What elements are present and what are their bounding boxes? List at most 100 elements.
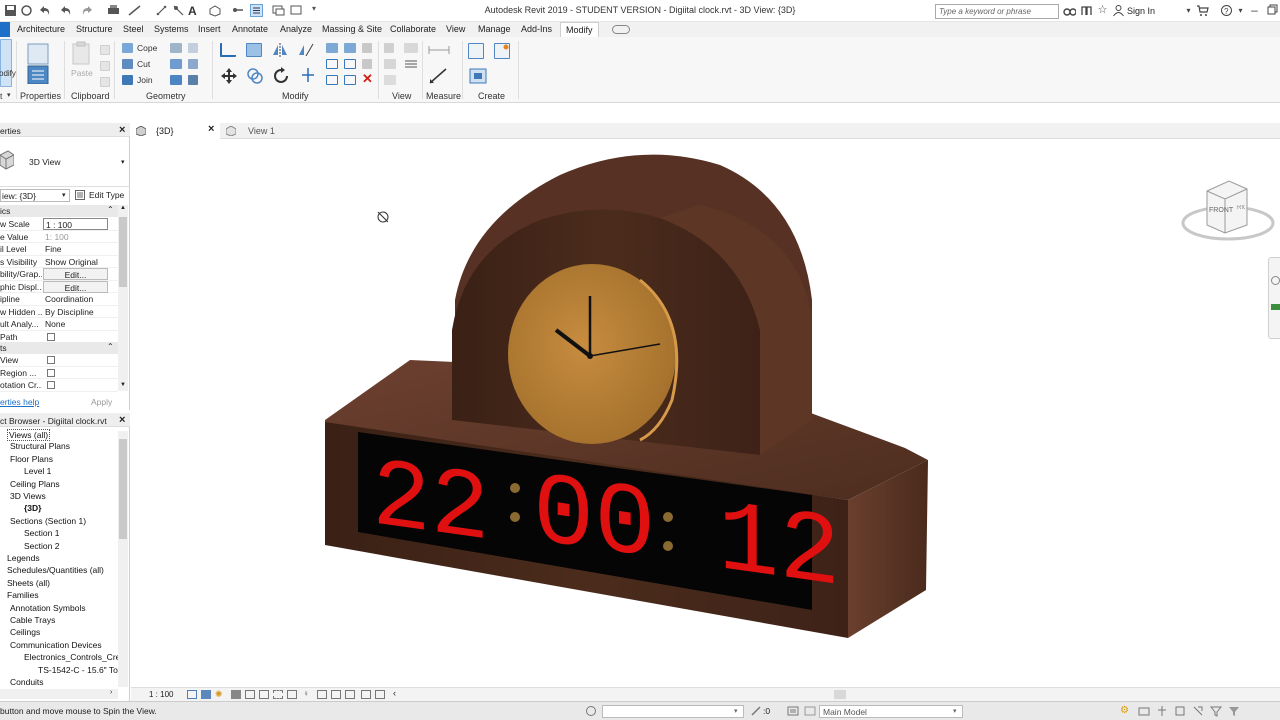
unpin-icon[interactable] [362, 59, 372, 69]
tab-view[interactable]: View [446, 24, 465, 34]
modify-tool-button[interactable]: odify [0, 39, 16, 87]
tab-systems[interactable]: Systems [154, 24, 189, 34]
cart-icon[interactable] [1196, 4, 1209, 17]
user-icon[interactable] [1112, 4, 1125, 17]
undo-icon[interactable] [58, 4, 71, 17]
tag-icon[interactable] [172, 4, 185, 17]
split-with-gap-icon[interactable] [344, 43, 356, 53]
favorites-star-icon[interactable]: ☆ [1096, 4, 1109, 17]
property-row[interactable]: phic Displ... Edit... [0, 280, 118, 293]
match-type-icon[interactable] [100, 77, 110, 87]
view-control-scroll-thumb[interactable] [834, 690, 846, 699]
drag-elements-icon[interactable] [1192, 705, 1204, 717]
close-hidden-windows-icon[interactable] [272, 4, 285, 17]
workset-selector[interactable]: ▾ [602, 705, 744, 718]
tab-structure[interactable]: Structure [76, 24, 113, 34]
tree-item[interactable]: Conduits [10, 677, 44, 687]
tab-massing-site[interactable]: Massing & Site [322, 24, 382, 34]
properties-button[interactable] [24, 42, 52, 88]
temporary-hide-icon[interactable]: ♀ [303, 689, 311, 699]
checkbox[interactable] [47, 332, 55, 341]
tree-item[interactable]: Section 1 [24, 528, 59, 538]
dimension-icon[interactable] [428, 67, 448, 85]
property-row[interactable]: w Hidden ... By Discipline [0, 306, 118, 318]
close-tab-icon[interactable]: × [208, 123, 214, 135]
type-dropdown-icon[interactable]: ▾ [121, 158, 125, 166]
scrollbar-thumb[interactable] [119, 217, 127, 287]
cut-clipboard-icon[interactable] [100, 61, 110, 71]
section-icon[interactable] [232, 4, 245, 17]
help-icon[interactable]: ? [1220, 4, 1233, 17]
select-pinned-icon[interactable] [1156, 705, 1168, 717]
show-crop-icon[interactable] [273, 690, 283, 699]
scroll-down-icon[interactable]: ▼ [120, 382, 126, 388]
property-checkbox[interactable] [43, 379, 108, 391]
tree-item[interactable]: Ceiling Plans [10, 479, 60, 489]
tree-item[interactable]: Sections (Section 1) [10, 516, 86, 526]
apply-button[interactable]: Apply [91, 397, 112, 407]
copy-icon[interactable] [246, 67, 264, 85]
array-icon[interactable] [326, 59, 338, 69]
restore-icon[interactable] [1266, 4, 1279, 17]
close-icon[interactable]: × [119, 414, 125, 426]
tree-item[interactable]: TS-1542-C - 15.6" To [38, 665, 118, 675]
file-tab[interactable] [0, 22, 10, 37]
pin-icon[interactable] [362, 43, 372, 53]
property-value[interactable]: Coordination [43, 293, 108, 305]
select-underlay-icon[interactable] [1138, 705, 1150, 717]
switch-windows-icon[interactable] [290, 4, 303, 17]
property-row[interactable]: s Visibility Show Original [0, 256, 118, 268]
binoculars-icon[interactable] [1063, 4, 1077, 17]
type-selector[interactable]: 3D View ▾ [0, 139, 130, 187]
steering-wheel-icon[interactable] [1271, 276, 1280, 285]
view-tab-view-1[interactable]: View 1 [222, 123, 312, 139]
property-row[interactable]: otation Cr... [0, 379, 118, 392]
property-row[interactable]: w Scale 1 : 100 [0, 218, 118, 231]
collapse-icon[interactable]: ⌃ [107, 342, 114, 351]
tree-item[interactable]: Views (all) [7, 429, 51, 441]
tab-modify[interactable]: Modify [560, 22, 599, 37]
copy-clipboard-icon[interactable] [100, 45, 110, 55]
sync-icon[interactable] [20, 4, 33, 17]
tree-item[interactable]: Families [7, 590, 39, 600]
qat-dropdown-icon[interactable]: ▾ [312, 4, 325, 17]
select-by-face-icon[interactable] [1174, 705, 1186, 717]
select-dropdown[interactable]: t [0, 91, 2, 101]
properties-scrollbar[interactable]: ▲ ▼ [118, 205, 128, 391]
navigation-bar[interactable] [1268, 257, 1280, 339]
property-row[interactable]: ult Analy... None [0, 318, 118, 331]
subscription-icon[interactable] [1080, 4, 1093, 17]
tree-item[interactable]: Legends [7, 553, 40, 563]
paste-button[interactable]: Paste [71, 41, 93, 81]
geometry-tool-icon[interactable] [188, 59, 198, 69]
cope-icon[interactable] [122, 43, 133, 53]
3d-canvas[interactable]: 22 00 12 FRONT RIGHT [131, 139, 1280, 687]
highlight-displacement-icon[interactable] [375, 690, 385, 699]
create-group-icon[interactable] [468, 67, 488, 85]
print-icon[interactable] [107, 4, 120, 17]
tree-item[interactable]: Communication Devices [10, 640, 102, 650]
tab-architecture[interactable]: Architecture [17, 24, 65, 34]
linework-icon[interactable] [384, 59, 396, 69]
properties-help-link[interactable]: erties help [0, 397, 39, 407]
mirror-axis-icon[interactable] [272, 43, 288, 57]
tree-item[interactable]: Sheets (all) [7, 578, 50, 588]
browser-scrollbar[interactable] [118, 431, 128, 687]
mirror-draw-icon[interactable] [298, 43, 314, 57]
cut-geometry-icon[interactable] [122, 59, 133, 69]
instance-selector[interactable]: iew: {3D} ▾ [0, 189, 70, 202]
property-checkbox[interactable] [43, 354, 108, 366]
lock-3d-icon[interactable] [287, 690, 297, 699]
view-scale[interactable]: 1 : 100 [149, 690, 173, 699]
tree-item[interactable]: Electronics_Controls_Cres [24, 652, 125, 662]
filter-icon[interactable] [1209, 705, 1223, 717]
scale-icon[interactable] [344, 59, 356, 69]
tree-item[interactable]: Ceilings [10, 627, 40, 637]
select-filter-icon[interactable] [384, 75, 396, 85]
property-row[interactable]: bility/Grap... Edit... [0, 268, 118, 281]
trim-multiple-icon[interactable] [344, 75, 356, 85]
zoom-icon[interactable] [1271, 304, 1280, 310]
measure-icon[interactable] [128, 4, 141, 17]
text-icon[interactable]: A [188, 4, 201, 18]
tree-item[interactable]: Section 2 [24, 541, 59, 551]
